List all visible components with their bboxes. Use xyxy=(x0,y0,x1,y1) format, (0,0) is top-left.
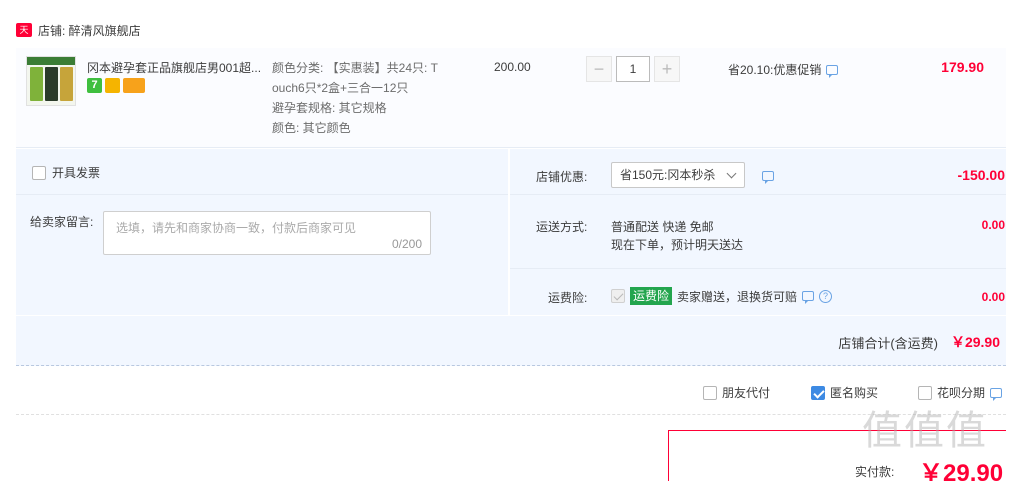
comment-icon[interactable] xyxy=(802,291,815,304)
store-discount-label: 店铺优惠: xyxy=(536,170,588,184)
guarantee-icon[interactable] xyxy=(105,78,120,93)
store-discount-select[interactable]: 省150元:冈本秒杀 xyxy=(611,162,745,188)
product-thumbnail[interactable] xyxy=(26,56,76,106)
quantity-minus-button[interactable]: − xyxy=(586,56,612,82)
unit-price: 200.00 xyxy=(494,60,531,74)
product-properties: 颜色分类: 【实惠装】共24只: T ouch6只*2盒+三合一12只 避孕套规… xyxy=(272,58,472,138)
comment-icon[interactable] xyxy=(826,64,839,78)
shipping-value: 0.00 xyxy=(981,218,1005,232)
shop-name-link[interactable]: 店铺: 醉清风旗舰店 xyxy=(38,22,141,39)
friend-pay-label: 朋友代付 xyxy=(722,386,771,400)
shipping-label: 运送方式: xyxy=(536,220,588,234)
friend-pay-option[interactable]: 朋友代付 xyxy=(703,384,770,401)
invoice-label: 开具发票 xyxy=(52,166,101,180)
shop-header: 天猫 店铺: 醉清风旗舰店 xyxy=(16,20,141,49)
help-icon[interactable]: ? xyxy=(819,289,833,303)
line-total: 179.90 xyxy=(941,59,984,75)
shipping-eta: 现在下单，预计明天送达 xyxy=(611,238,744,252)
invoice-checkbox[interactable] xyxy=(32,165,46,180)
store-total-label: 店铺合计(含运费) xyxy=(838,336,938,351)
anonymous-checkbox[interactable] xyxy=(811,385,825,400)
store-discount-selected: 省150元:冈本秒杀 xyxy=(620,168,716,182)
message-label: 给卖家留言: xyxy=(30,215,94,229)
insurance-tag: 运费险 xyxy=(630,287,673,305)
watermark-logo: 值值值 xyxy=(862,408,988,454)
payment-label: 实付款: xyxy=(855,465,895,479)
payment-value: 29.90 xyxy=(943,460,1004,481)
item-discount-text: 省20.10:优惠促销 xyxy=(728,63,822,77)
item-discount: 省20.10:优惠促销 xyxy=(728,61,839,78)
store-total-bar: 店铺合计(含运费) ￥29.90 xyxy=(16,316,1006,366)
product-prop: 颜色: 其它颜色 xyxy=(272,121,351,135)
friend-pay-checkbox[interactable] xyxy=(703,385,717,400)
insurance-value: 0.00 xyxy=(981,290,1005,304)
tmall-icon: 天猫 xyxy=(16,23,32,49)
comment-icon[interactable] xyxy=(990,387,1003,401)
message-textarea[interactable]: 选填，请先和商家协商一致，付款后商家可见 0/200 xyxy=(103,211,431,255)
product-row: 冈本避孕套正品旗舰店男001超... 7 颜色分类: 【实惠装】共24只: T … xyxy=(16,48,1006,148)
credit-card-icon[interactable] xyxy=(123,78,145,93)
insurance-text: 卖家赠送，退换货可赔 xyxy=(677,289,798,304)
message-placeholder: 选填，请先和商家协商一致，付款后商家可见 xyxy=(116,221,357,235)
shipping-info: 普通配送 快递 免邮 现在下单，预计明天送达 xyxy=(611,218,743,254)
product-title-link[interactable]: 冈本避孕套正品旗舰店男001超... xyxy=(87,59,267,76)
service-icons: 7 xyxy=(87,78,145,93)
seven-day-return-icon[interactable]: 7 xyxy=(87,78,102,93)
quantity-input[interactable]: 1 xyxy=(616,56,650,82)
insurance-info: 运费险 卖家赠送，退换货可赔 ? xyxy=(611,287,833,305)
quantity-stepper: − 1 + xyxy=(586,56,680,82)
divider xyxy=(16,414,1006,415)
message-char-count: 0/200 xyxy=(391,237,422,251)
invoice-option[interactable]: 开具发票 xyxy=(32,164,100,181)
chevron-down-icon xyxy=(726,168,737,179)
product-prop: 颜色分类: 【实惠装】共24只: T xyxy=(272,61,439,75)
quantity-plus-button[interactable]: + xyxy=(654,56,680,82)
store-total-value: ￥29.90 xyxy=(950,334,1000,350)
store-discount-value: -150.00 xyxy=(957,167,1005,183)
insurance-label: 运费险: xyxy=(548,291,588,305)
product-prop: 避孕套规格: 其它规格 xyxy=(272,101,387,115)
payment-amount: ￥29.90 xyxy=(919,453,1003,481)
comment-icon[interactable] xyxy=(762,171,774,184)
shipping-method: 普通配送 快递 免邮 xyxy=(611,220,714,234)
insurance-checkbox xyxy=(611,289,625,303)
product-prop: ouch6只*2盒+三合一12只 xyxy=(272,81,409,95)
currency-symbol: ￥ xyxy=(919,460,943,481)
